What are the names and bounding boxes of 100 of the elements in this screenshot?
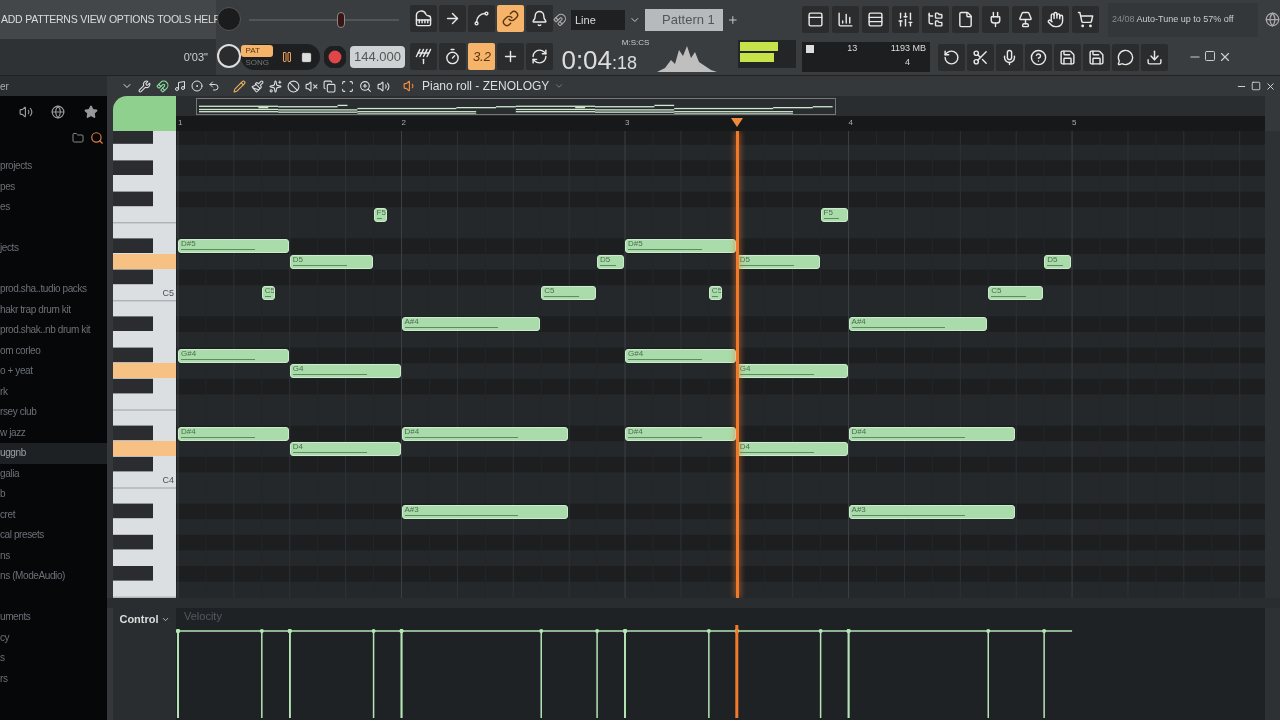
zoom-icon[interactable] — [359, 79, 372, 93]
browser-item[interactable]: galia — [0, 463, 107, 484]
menu-item[interactable]: VIEW — [80, 11, 106, 28]
browser-item[interactable]: rk — [0, 381, 107, 402]
browser-item[interactable]: pes — [0, 176, 107, 197]
delete-icon[interactable] — [287, 79, 300, 93]
plus-button[interactable] — [497, 42, 525, 70]
slider-thumb[interactable] — [337, 11, 346, 28]
browser-item[interactable]: cret — [0, 504, 107, 525]
magnet-icon[interactable] — [156, 79, 169, 93]
browser-item[interactable]: s — [0, 648, 107, 669]
note[interactable]: D#5 — [625, 239, 736, 254]
pencil-icon[interactable] — [233, 79, 246, 93]
select-icon[interactable] — [341, 79, 354, 93]
browser-item[interactable]: o + yeat — [0, 361, 107, 382]
tempo-field[interactable]: 144.000 — [350, 46, 405, 69]
browser-item[interactable]: om corleo — [0, 340, 107, 361]
menu-item[interactable]: OPTIONS — [109, 11, 155, 28]
rows-button[interactable] — [862, 6, 889, 34]
curve-button[interactable] — [468, 5, 496, 33]
sliders-button[interactable] — [892, 6, 919, 34]
browser-item[interactable]: w jazz — [0, 422, 107, 443]
pattern-selector[interactable]: Pattern 1 — [645, 8, 723, 31]
control-selector[interactable]: Control — [119, 611, 170, 628]
download-button[interactable] — [1141, 43, 1168, 71]
hand-button[interactable] — [1042, 6, 1069, 34]
panel-button[interactable] — [802, 6, 829, 34]
piano-button[interactable] — [410, 5, 438, 33]
browser-item[interactable]: ns — [0, 545, 107, 566]
note[interactable]: F5 — [820, 208, 848, 223]
news-panel[interactable]: 24/08 Auto-Tune up to 57% off — [1108, 2, 1258, 37]
note[interactable]: D4 — [736, 442, 848, 457]
close-icon[interactable] — [1265, 80, 1276, 92]
undo-icon[interactable] — [208, 80, 220, 92]
playhead[interactable] — [735, 131, 739, 598]
help-button[interactable] — [1025, 43, 1052, 71]
wrench-icon[interactable] — [138, 79, 151, 93]
note[interactable]: A#4 — [848, 317, 988, 332]
scissors-button[interactable] — [967, 43, 994, 71]
arrow-button[interactable] — [439, 5, 467, 33]
pitch-slider[interactable] — [249, 10, 400, 29]
browser-item[interactable]: projects — [0, 156, 107, 177]
playback-icon[interactable] — [377, 79, 390, 93]
scrollbar[interactable] — [1265, 131, 1280, 598]
mode-toggle[interactable]: SONG — [241, 57, 273, 70]
save-button[interactable] — [1083, 43, 1110, 71]
record-icon[interactable] — [324, 46, 346, 69]
globe-icon[interactable] — [1265, 12, 1280, 28]
maximize-icon[interactable] — [1251, 80, 1261, 91]
link-button[interactable] — [497, 5, 525, 33]
master-pitch-knob[interactable] — [216, 44, 241, 69]
note[interactable]: G4 — [289, 364, 401, 379]
mode-toggle[interactable]: PAT — [241, 45, 273, 58]
lamp-button[interactable] — [1012, 6, 1039, 34]
note[interactable]: D4 — [289, 442, 401, 457]
folder-icon[interactable] — [72, 132, 84, 144]
brush-icon[interactable] — [251, 79, 264, 93]
playhead-marker-icon[interactable] — [730, 118, 743, 127]
globe-icon[interactable] — [51, 105, 66, 119]
mute-icon[interactable] — [305, 79, 318, 93]
browser-item[interactable]: rsey club — [0, 402, 107, 423]
note[interactable]: D5 — [736, 255, 820, 269]
bell-button[interactable] — [526, 5, 554, 33]
browser-item[interactable]: hakr trap drum kit — [0, 299, 107, 320]
note[interactable]: D5 — [597, 255, 625, 269]
note[interactable]: C5 — [988, 286, 1044, 301]
menu-item[interactable]: ADD — [1, 11, 23, 28]
pause-icon[interactable] — [281, 51, 293, 64]
pattern-overview[interactable] — [196, 97, 836, 115]
browser-item[interactable]: es — [0, 197, 107, 218]
maximize-icon[interactable] — [1204, 50, 1216, 63]
piano-roll-title[interactable]: Piano roll - ZENOLOGY — [422, 77, 550, 95]
browser-item[interactable]: rs — [0, 668, 107, 689]
menu-item[interactable]: TOOLS — [157, 11, 192, 28]
stop-icon[interactable] — [301, 51, 312, 63]
timer-button[interactable] — [439, 42, 467, 70]
browser-item[interactable]: b — [0, 484, 107, 505]
undo-button[interactable] — [938, 43, 965, 71]
snap-dropdown[interactable]: Line — [571, 9, 626, 30]
note[interactable]: D5 — [1044, 255, 1072, 269]
folder-tree-button[interactable] — [922, 6, 949, 34]
microphone-button[interactable] — [996, 43, 1023, 71]
bar-chart-button[interactable] — [832, 6, 859, 34]
file-button[interactable] — [952, 6, 979, 34]
save-button[interactable] — [1054, 43, 1081, 71]
note-icon[interactable] — [174, 80, 186, 92]
star-icon[interactable] — [83, 105, 98, 119]
note[interactable]: D#5 — [178, 239, 289, 254]
browser-item[interactable]: prod.sha..tudio packs — [0, 279, 107, 300]
menu-item[interactable]: PATTERNS — [25, 11, 78, 28]
search-icon[interactable] — [90, 131, 104, 145]
note[interactable]: A#4 — [401, 317, 541, 332]
piano-keys-drawing[interactable] — [113, 131, 176, 598]
cart-button[interactable] — [1072, 6, 1099, 34]
note[interactable]: G4 — [736, 364, 848, 379]
sparkle-icon[interactable] — [269, 79, 282, 93]
plug-button[interactable] — [982, 6, 1009, 34]
chat-button[interactable] — [1112, 43, 1139, 71]
browser-item[interactable]: cal presets — [0, 525, 107, 546]
loop-button[interactable] — [526, 42, 554, 70]
